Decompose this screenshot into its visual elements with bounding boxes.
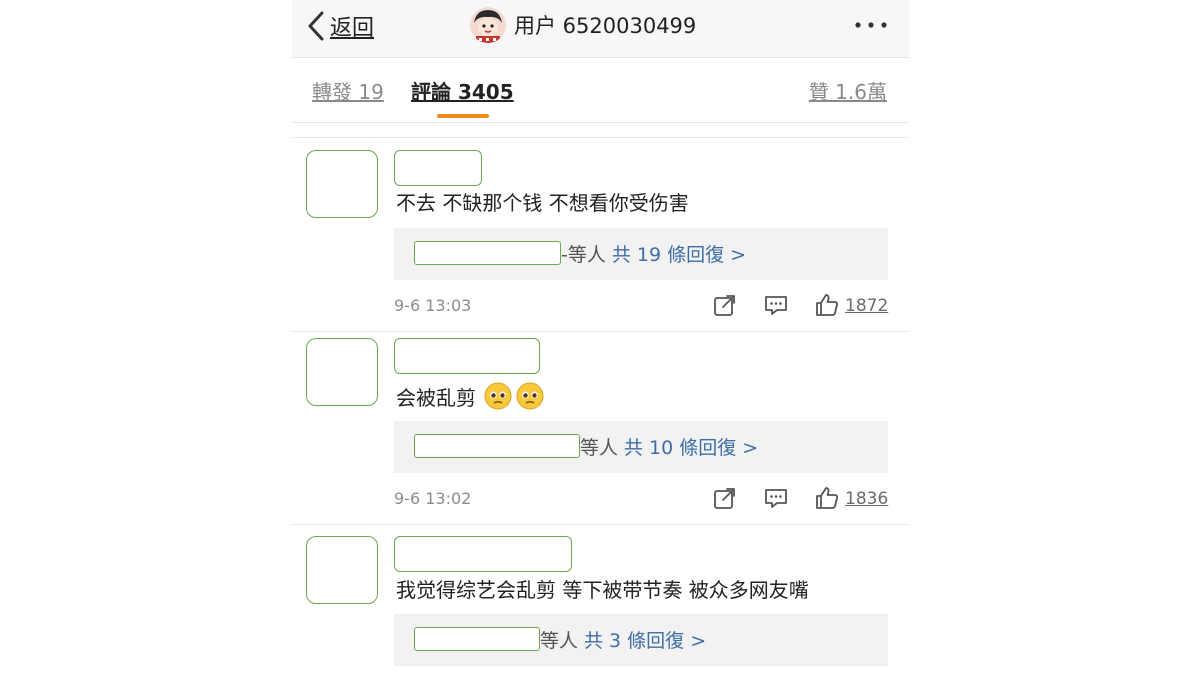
- comment-text: 会被乱剪: [396, 385, 476, 410]
- view-replies-link[interactable]: 共 10 條回復 >: [624, 437, 758, 459]
- share-icon[interactable]: [712, 485, 738, 511]
- comment-meta: 9-6 13:03 1872: [394, 292, 888, 322]
- like-thumb-icon[interactable]: [814, 485, 840, 511]
- reply-summary: 等人共 10 條回復 >: [580, 433, 758, 460]
- tab-reposts[interactable]: 轉發 19: [312, 76, 384, 105]
- redacted-avatar[interactable]: [306, 536, 378, 604]
- reply-suffix: 等人: [580, 437, 619, 459]
- reply-preview[interactable]: 等人共 3 條回復 >: [394, 614, 888, 666]
- tab-comments[interactable]: 評論 3405: [411, 76, 514, 105]
- avatar[interactable]: [470, 7, 506, 43]
- nav-user-title[interactable]: 用户 6520030499: [470, 7, 696, 43]
- redacted-avatar[interactable]: [306, 150, 378, 218]
- redacted-reply-names: [414, 434, 580, 458]
- like-thumb-icon[interactable]: [814, 292, 840, 318]
- redacted-username[interactable]: [394, 338, 540, 374]
- reply-preview[interactable]: -等人共 19 條回復 >: [394, 228, 888, 280]
- view-replies-link[interactable]: 共 19 條回復 >: [612, 244, 746, 266]
- reply-suffix: -等人: [561, 244, 606, 266]
- redacted-reply-names: [414, 241, 561, 265]
- comment-item: 会被乱剪 等人共 10 條回復 > 9-6 13:02 1836: [292, 332, 909, 524]
- redacted-username[interactable]: [394, 536, 572, 572]
- active-tab-indicator: [437, 114, 489, 118]
- share-icon[interactable]: [712, 292, 738, 318]
- timestamp: 9-6 13:02: [394, 489, 472, 508]
- comment-meta: 9-6 13:02 1836: [394, 485, 888, 515]
- redacted-avatar[interactable]: [306, 338, 378, 406]
- back-button[interactable]: 返回: [306, 8, 374, 44]
- pleading-face-icon: [516, 382, 544, 410]
- cartoon-avatar-icon: [470, 7, 506, 43]
- more-dots-icon[interactable]: [853, 14, 889, 36]
- comment-icon[interactable]: [763, 485, 789, 511]
- comment-text-row: 会被乱剪: [396, 380, 544, 412]
- comment-text: 不去 不缺那个钱 不想看你受伤害: [396, 190, 689, 215]
- timestamp: 9-6 13:03: [394, 296, 472, 315]
- comment-text: 我觉得综艺会乱剪 等下被带节奏 被众多网友嘴: [396, 577, 809, 602]
- reply-summary: 等人共 3 條回復 >: [540, 626, 706, 653]
- like-count[interactable]: 1872: [845, 296, 888, 316]
- top-navigation-bar: 返回 用户 6520030499: [292, 0, 909, 58]
- back-label: 返回: [330, 16, 375, 41]
- redacted-username[interactable]: [394, 150, 482, 186]
- like-count[interactable]: 1836: [845, 489, 888, 509]
- redacted-reply-names: [414, 627, 540, 651]
- comment-item: 我觉得综艺会乱剪 等下被带节奏 被众多网友嘴 等人共 3 條回復 >: [292, 525, 909, 675]
- reply-preview[interactable]: 等人共 10 條回復 >: [394, 421, 888, 473]
- pleading-face-icon: [484, 382, 512, 410]
- comment-item: 不去 不缺那个钱 不想看你受伤害 -等人共 19 條回復 > 9-6 13:03…: [292, 138, 909, 331]
- comment-icon[interactable]: [763, 292, 789, 318]
- reply-suffix: 等人: [540, 630, 579, 652]
- tab-bar: 轉發 19 評論 3405 贊 1.6萬: [292, 58, 909, 123]
- nav-username: 用户 6520030499: [514, 14, 697, 38]
- tab-likes[interactable]: 贊 1.6萬: [809, 76, 887, 105]
- chevron-left-icon: [308, 11, 324, 41]
- view-replies-link[interactable]: 共 3 條回復 >: [584, 630, 706, 652]
- reply-summary: -等人共 19 條回復 >: [561, 240, 746, 267]
- phone-screen: 返回 用户 6520030499 轉發 19 評論 3405 贊 1.6萬 不去…: [292, 0, 909, 675]
